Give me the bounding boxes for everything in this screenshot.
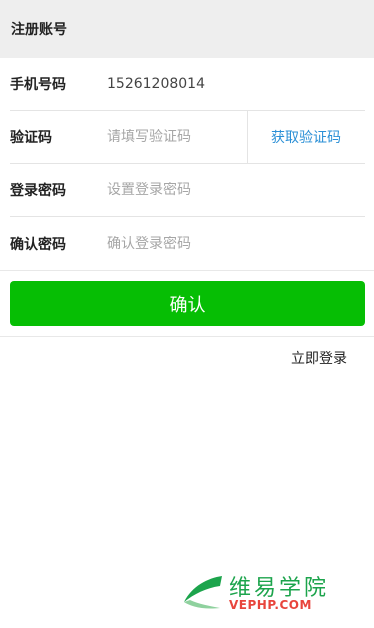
code-label: 验证码 — [10, 130, 52, 146]
confirm-password-input[interactable] — [107, 235, 365, 252]
phone-row: 手机号码 15261208014 — [10, 58, 365, 111]
password-row: 登录密码 — [10, 164, 365, 217]
watermark-logo: 维易学院 VEPHP.COM — [180, 568, 360, 618]
code-divider — [247, 111, 248, 163]
confirm-button[interactable]: 确认 — [10, 281, 365, 326]
phone-label: 手机号码 — [10, 77, 66, 93]
password-input[interactable] — [107, 182, 365, 198]
page-header: 注册账号 — [0, 0, 374, 58]
password-label: 登录密码 — [10, 183, 66, 199]
confirm-button-area: 确认 — [0, 271, 374, 337]
phone-value[interactable]: 15261208014 — [107, 76, 205, 92]
get-code-button[interactable]: 获取验证码 — [247, 127, 365, 147]
confirm-password-label: 确认密码 — [10, 236, 66, 253]
code-row: 验证码 获取验证码 — [10, 111, 365, 164]
register-form: 手机号码 15261208014 验证码 获取验证码 登录密码 确认密码 — [0, 58, 374, 270]
code-input[interactable] — [107, 129, 247, 145]
page-title: 注册账号 — [11, 22, 67, 38]
confirm-password-row: 确认密码 — [10, 217, 365, 270]
leaf-arrow-icon — [184, 576, 222, 609]
login-link[interactable]: 立即登录 — [291, 348, 347, 368]
watermark-url: VEPHP.COM — [229, 598, 312, 612]
